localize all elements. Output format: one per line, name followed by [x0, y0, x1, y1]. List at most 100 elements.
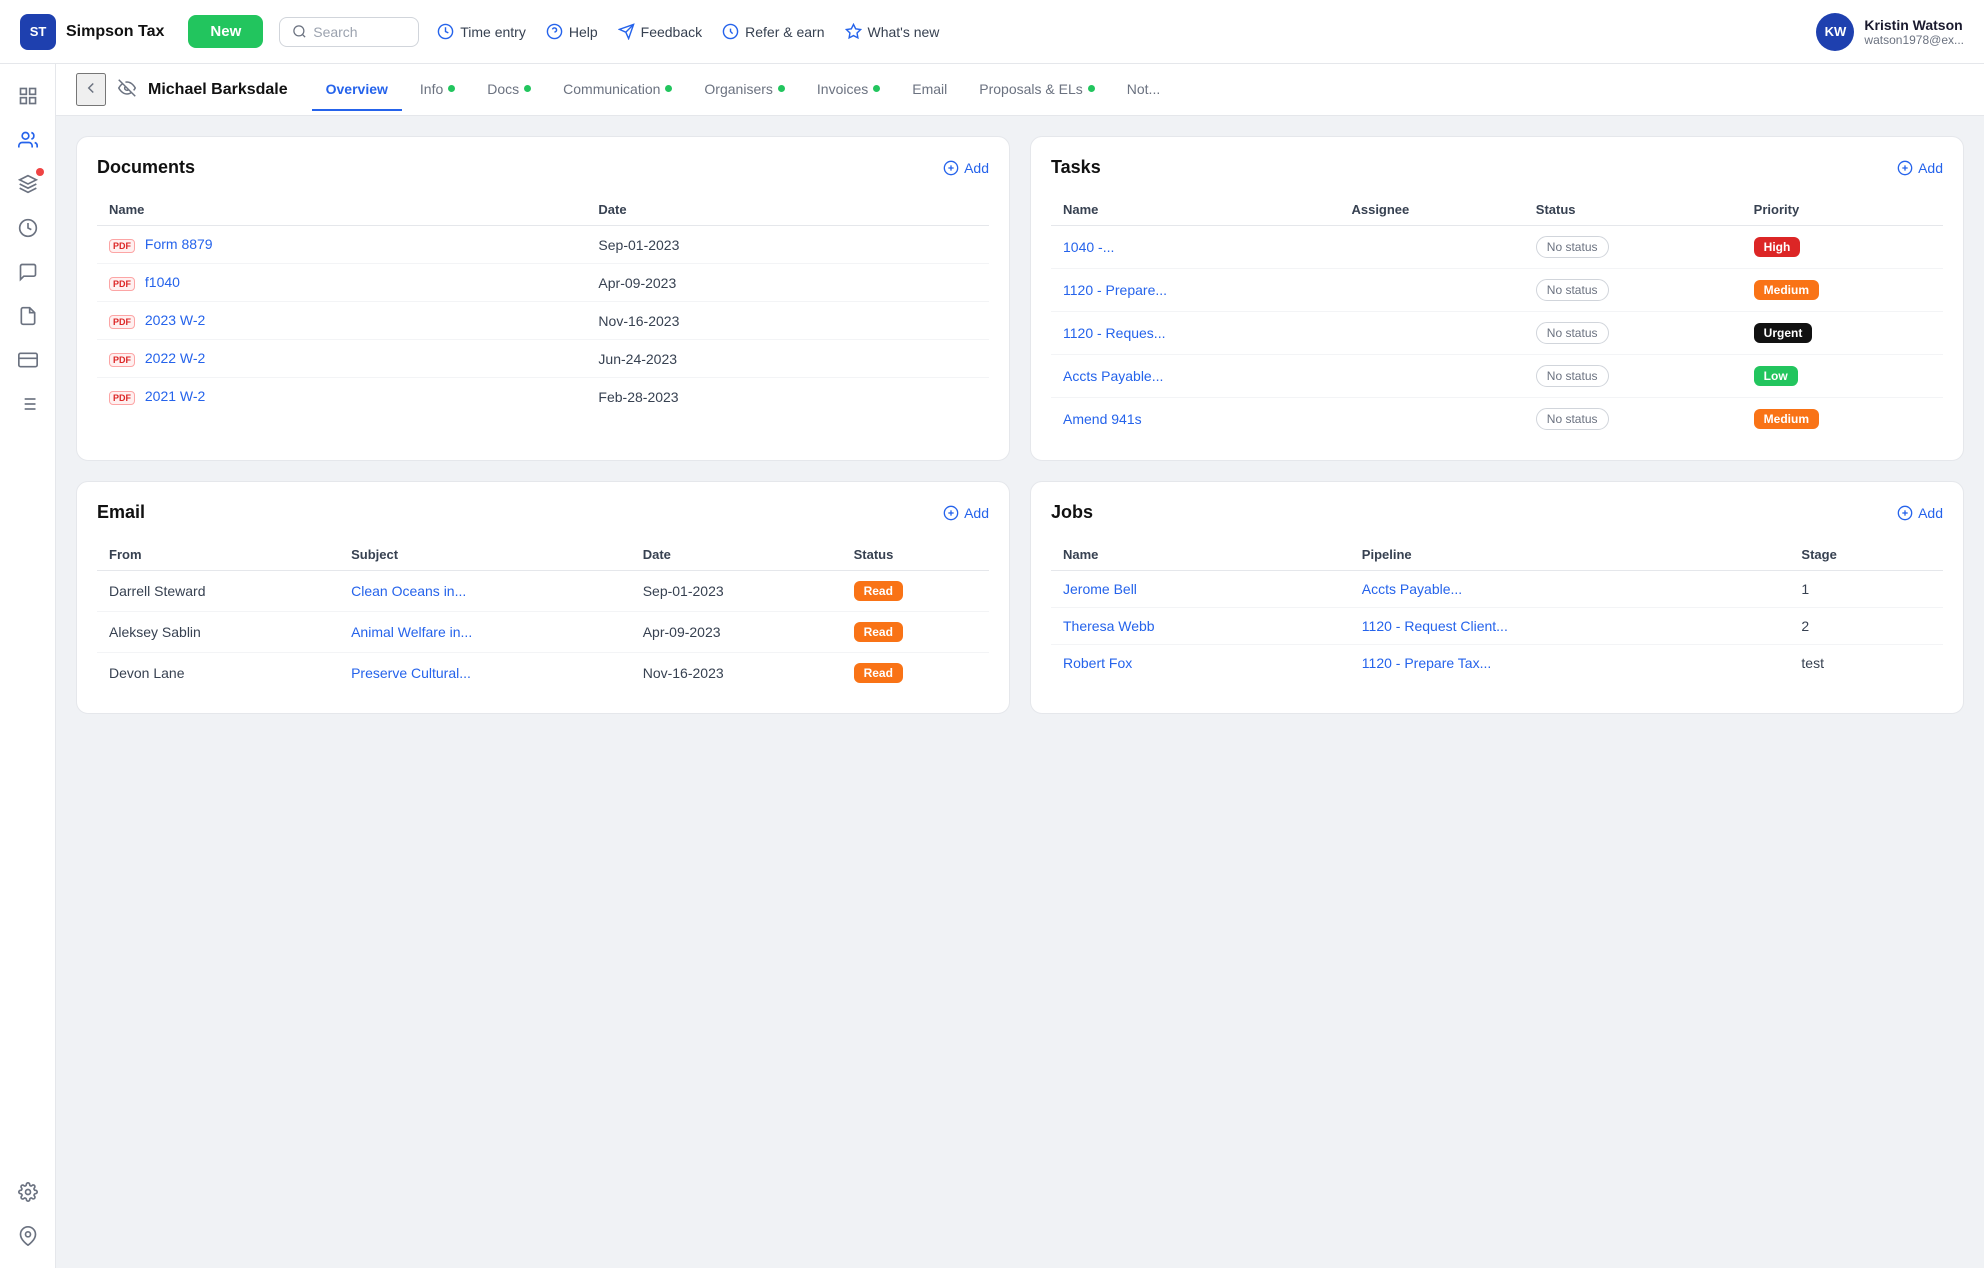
sidebar-item-billing[interactable] [8, 340, 48, 380]
sidebar-item-dashboard[interactable] [8, 76, 48, 116]
job-name-link[interactable]: Jerome Bell [1063, 581, 1137, 597]
sidebar-item-pin[interactable] [8, 1216, 48, 1256]
top-navigation: ST Simpson Tax New Search Time entry Hel… [0, 0, 1984, 64]
job-stage-cell: test [1789, 645, 1943, 682]
task-name-link[interactable]: Amend 941s [1063, 411, 1142, 427]
tab-info[interactable]: Info [406, 69, 469, 111]
task-priority-cell: Medium [1742, 398, 1943, 441]
tab-docs[interactable]: Docs [473, 69, 545, 111]
overview-content: Documents Add Name Date PDF Form 8879 [56, 116, 1984, 734]
tab-proposals[interactable]: Proposals & ELs [965, 69, 1109, 111]
time-entry-nav[interactable]: Time entry [427, 17, 536, 46]
job-pipeline-link[interactable]: 1120 - Prepare Tax... [1362, 655, 1491, 671]
tasks-col-assignee: Assignee [1339, 194, 1523, 226]
chat-icon [18, 262, 38, 282]
sidebar-item-documents[interactable] [8, 296, 48, 336]
tab-organisers[interactable]: Organisers [690, 69, 798, 111]
task-name-link[interactable]: 1040 -... [1063, 239, 1114, 255]
tasks-table: Name Assignee Status Priority 1040 -... … [1051, 194, 1943, 440]
feedback-label: Feedback [641, 24, 702, 40]
tab-invoices[interactable]: Invoices [803, 69, 894, 111]
documents-header: Documents Add [97, 157, 989, 178]
task-name-link[interactable]: 1120 - Reques... [1063, 325, 1165, 341]
time-entry-icon [437, 23, 454, 40]
table-row: Theresa Webb 1120 - Request Client... 2 [1051, 608, 1943, 645]
doc-name-link[interactable]: 2023 W-2 [145, 312, 205, 328]
job-name-link[interactable]: Theresa Webb [1063, 618, 1155, 634]
tab-communication[interactable]: Communication [549, 69, 686, 111]
refer-earn-nav[interactable]: Refer & earn [712, 17, 834, 46]
sidebar-item-clients[interactable] [8, 120, 48, 160]
sidebar-item-time[interactable] [8, 208, 48, 248]
read-badge: Read [854, 581, 903, 601]
job-name-link[interactable]: Robert Fox [1063, 655, 1132, 671]
documents-add-button[interactable]: Add [943, 160, 989, 176]
email-subject-link[interactable]: Preserve Cultural... [351, 665, 471, 681]
email-subject-cell: Animal Welfare in... [339, 612, 631, 653]
user-info: Kristin Watson watson1978@ex... [1864, 17, 1964, 47]
search-box[interactable]: Search [279, 17, 419, 47]
documents-title: Documents [97, 157, 195, 178]
task-name-link[interactable]: Accts Payable... [1063, 368, 1163, 384]
table-row: Robert Fox 1120 - Prepare Tax... test [1051, 645, 1943, 682]
read-badge: Read [854, 622, 903, 642]
email-date-cell: Apr-09-2023 [631, 612, 842, 653]
sidebar-item-projects[interactable] [8, 164, 48, 204]
email-col-status: Status [842, 539, 989, 571]
tasks-add-button[interactable]: Add [1897, 160, 1943, 176]
sidebar-item-messages[interactable] [8, 252, 48, 292]
main-content: Michael Barksdale Overview Info Docs Com… [56, 64, 1984, 1268]
new-button[interactable]: New [188, 15, 263, 48]
email-from-cell: Aleksey Sablin [97, 612, 339, 653]
table-row: PDF 2022 W-2 Jun-24-2023 [97, 340, 989, 378]
email-status-cell: Read [842, 653, 989, 694]
table-row: Accts Payable... No status Low [1051, 355, 1943, 398]
task-status-cell: No status [1524, 312, 1742, 355]
add-circle-icon [1897, 505, 1913, 521]
job-pipeline-link[interactable]: Accts Payable... [1362, 581, 1462, 597]
table-row: 1040 -... No status High [1051, 226, 1943, 269]
list-icon [18, 394, 38, 414]
tab-overview[interactable]: Overview [312, 69, 402, 111]
back-button[interactable] [76, 73, 106, 106]
tab-not[interactable]: Not... [1113, 69, 1174, 111]
job-pipeline-link[interactable]: 1120 - Request Client... [1362, 618, 1508, 634]
email-add-button[interactable]: Add [943, 505, 989, 521]
users-icon [18, 130, 38, 150]
doc-date-cell: Nov-16-2023 [586, 302, 989, 340]
table-row: 1120 - Prepare... No status Medium [1051, 269, 1943, 312]
task-assignee-cell [1339, 355, 1523, 398]
help-nav[interactable]: Help [536, 17, 608, 46]
tab-email[interactable]: Email [898, 69, 961, 111]
whats-new-nav[interactable]: What's new [835, 17, 950, 46]
task-priority-cell: High [1742, 226, 1943, 269]
read-badge: Read [854, 663, 903, 683]
documents-table: Name Date PDF Form 8879 Sep-01-2023 PDF … [97, 194, 989, 415]
jobs-title: Jobs [1051, 502, 1093, 523]
job-pipeline-cell: Accts Payable... [1350, 571, 1790, 608]
task-name-link[interactable]: 1120 - Prepare... [1063, 282, 1167, 298]
sidebar-item-settings[interactable] [8, 1172, 48, 1212]
task-priority-cell: Urgent [1742, 312, 1943, 355]
feedback-nav[interactable]: Feedback [608, 17, 712, 46]
email-subject-cell: Clean Oceans in... [339, 571, 631, 612]
doc-name-link[interactable]: Form 8879 [145, 236, 213, 252]
job-pipeline-cell: 1120 - Request Client... [1350, 608, 1790, 645]
job-pipeline-cell: 1120 - Prepare Tax... [1350, 645, 1790, 682]
doc-date-cell: Jun-24-2023 [586, 340, 989, 378]
jobs-add-button[interactable]: Add [1897, 505, 1943, 521]
doc-name-link[interactable]: 2022 W-2 [145, 350, 205, 366]
jobs-col-stage: Stage [1789, 539, 1943, 571]
sidebar-item-tasks[interactable] [8, 384, 48, 424]
pdf-icon: PDF [109, 277, 135, 291]
task-priority-cell: Medium [1742, 269, 1943, 312]
task-name-cell: 1120 - Prepare... [1051, 269, 1339, 312]
add-circle-icon [1897, 160, 1913, 176]
email-subject-link[interactable]: Clean Oceans in... [351, 583, 466, 599]
email-table: From Subject Date Status Darrell Steward… [97, 539, 989, 693]
doc-name-link[interactable]: 2021 W-2 [145, 388, 205, 404]
doc-name-link[interactable]: f1040 [145, 274, 180, 290]
table-row: PDF 2023 W-2 Nov-16-2023 [97, 302, 989, 340]
email-subject-link[interactable]: Animal Welfare in... [351, 624, 472, 640]
priority-badge: Medium [1754, 280, 1819, 300]
